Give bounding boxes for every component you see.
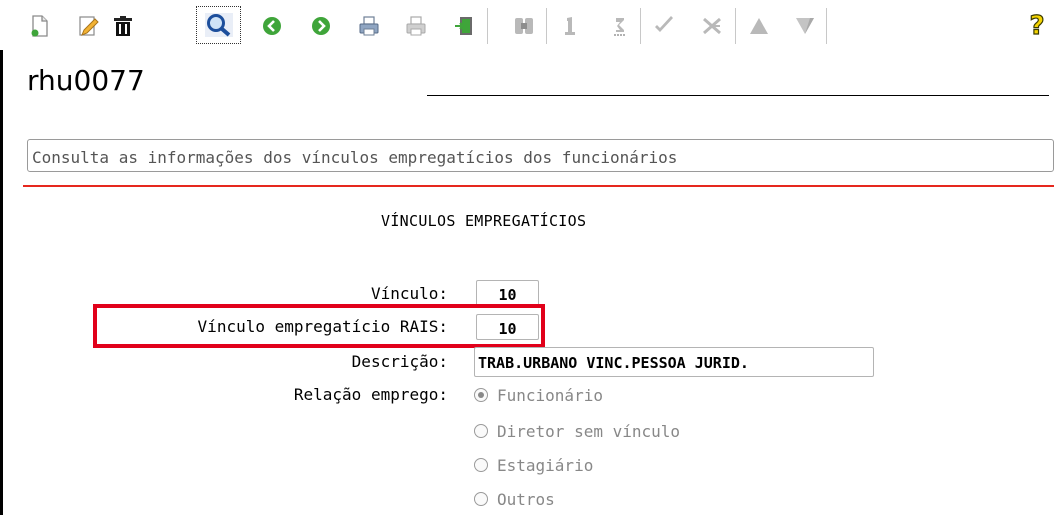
radio-funcionario[interactable]: Funcionário <box>474 384 603 406</box>
radio-funcionario-label: Funcionário <box>497 385 603 405</box>
next-arrow-icon[interactable] <box>305 10 337 42</box>
header-divider <box>23 185 1054 187</box>
radio-unselected-icon <box>474 458 488 472</box>
radio-selected-icon <box>474 388 488 402</box>
search-magnifier-icon[interactable] <box>196 6 241 44</box>
program-description: Consulta as informações dos vínculos emp… <box>27 139 1054 172</box>
toolbar-separator <box>546 8 547 44</box>
title-divider <box>427 95 1049 96</box>
radio-unselected-icon <box>474 424 488 438</box>
toolbar-separator <box>826 8 827 44</box>
move-up-icon <box>743 10 775 42</box>
cancel-x-icon <box>696 10 728 42</box>
highlight-box <box>93 304 545 348</box>
move-down-icon <box>789 10 821 42</box>
toolbar-separator <box>487 8 488 44</box>
toolbar-separator <box>640 8 641 44</box>
help-question-icon[interactable]: ? <box>1021 10 1053 42</box>
descricao-label: Descrição: <box>351 352 448 371</box>
exit-door-icon[interactable] <box>448 10 480 42</box>
toolbar: ? <box>0 0 1059 50</box>
toolbar-separator <box>735 8 736 44</box>
program-code: rhu0077 <box>27 64 145 97</box>
trash-icon[interactable] <box>107 10 139 42</box>
radio-unselected-icon <box>474 492 488 506</box>
relacao-emprego-label: Relação emprego: <box>293 385 448 404</box>
radio-diretor-sem-vinculo[interactable]: Diretor sem vínculo <box>474 420 680 442</box>
svg-text:?: ? <box>1029 12 1044 40</box>
last-record-icon <box>604 10 636 42</box>
vinculo-field[interactable]: 10 <box>476 280 539 306</box>
section-title: VÍNCULOS EMPREGATÍCIOS <box>381 212 587 230</box>
descricao-field[interactable]: TRAB.URBANO VINC.PESSOA JURID. <box>474 347 874 377</box>
print-disabled-icon <box>400 10 432 42</box>
edit-pencil-icon[interactable] <box>72 10 104 42</box>
first-record-icon <box>554 10 586 42</box>
descricao-value: TRAB.URBANO VINC.PESSOA JURID. <box>478 354 749 372</box>
radio-outros[interactable]: Outros <box>474 488 555 510</box>
window-left-border <box>0 50 3 515</box>
print-icon[interactable] <box>353 10 385 42</box>
radio-estagiario[interactable]: Estagiário <box>474 454 593 476</box>
new-document-icon[interactable] <box>24 10 56 42</box>
radio-diretor-label: Diretor sem vínculo <box>497 421 681 441</box>
radio-outros-label: Outros <box>497 489 555 509</box>
confirm-check-icon <box>648 10 680 42</box>
vinculo-label: Vínculo: <box>370 284 448 303</box>
previous-arrow-icon[interactable] <box>256 10 288 42</box>
zoom-field-icon <box>508 10 540 42</box>
radio-estagiario-label: Estagiário <box>497 455 594 475</box>
